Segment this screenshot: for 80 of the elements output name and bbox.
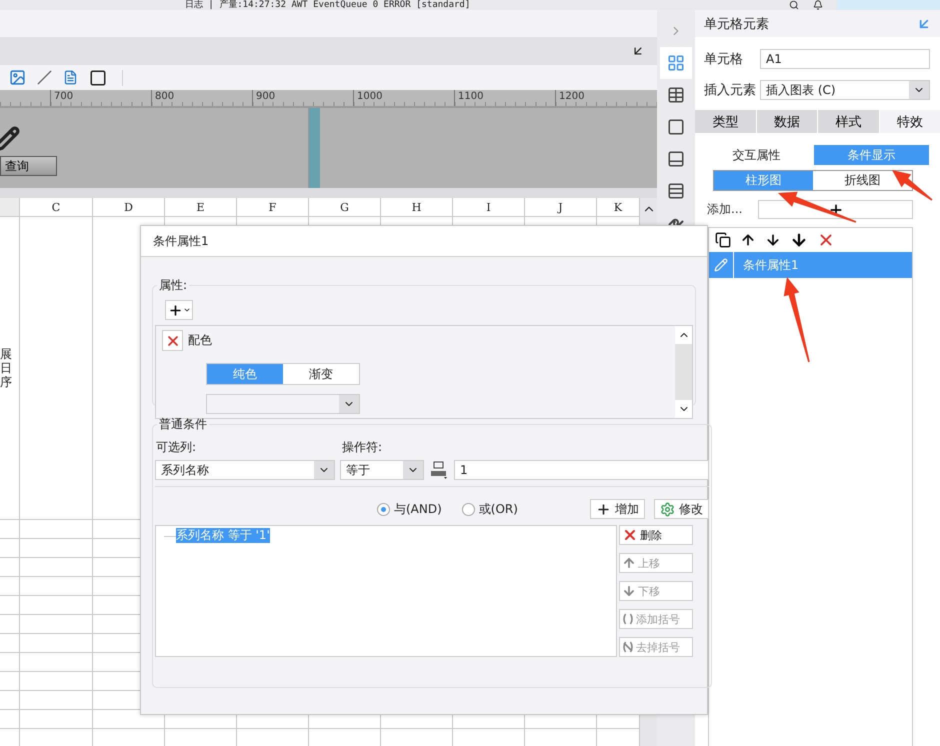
search-icon[interactable] xyxy=(789,0,799,10)
value-type-icon[interactable] xyxy=(429,461,449,479)
column-header: J xyxy=(525,198,597,216)
column-header: G xyxy=(309,198,381,216)
column-header: H xyxy=(381,198,453,216)
square-icon xyxy=(667,118,685,136)
border-icon[interactable] xyxy=(89,68,107,86)
pencil-icon xyxy=(0,126,20,152)
dialog-title: 条件属性1 xyxy=(153,232,209,250)
column-header: C xyxy=(20,198,93,216)
panel-title: 单元格元素 xyxy=(704,16,769,32)
move-bottom-icon xyxy=(790,231,808,249)
tab[interactable]: 样式 xyxy=(818,110,878,133)
scrollbar[interactable] xyxy=(675,326,692,418)
color-mode-tab[interactable]: 渐变 xyxy=(283,364,359,384)
cell-text: 展 日 序 xyxy=(0,347,13,389)
arrow-up-icon xyxy=(740,232,756,248)
field-label: 操作符: xyxy=(342,439,384,456)
plus-icon xyxy=(596,502,611,516)
caret-icon xyxy=(182,306,190,314)
table-icon xyxy=(667,86,685,104)
add-button[interactable]: 增加 xyxy=(590,499,645,519)
arrow-down-icon xyxy=(622,584,636,598)
radio-dot[interactable] xyxy=(462,502,475,516)
attribute-label: 配色 xyxy=(188,332,212,349)
radio-option[interactable]: 与(AND) xyxy=(377,500,442,518)
column-header: D xyxy=(93,198,165,216)
color-select[interactable] xyxy=(206,394,360,414)
ruler-label: 700 xyxy=(50,90,151,106)
insert-select[interactable]: 插入图表 (C) xyxy=(760,80,930,100)
field-label: 可选列: xyxy=(156,439,198,456)
add-label: 添加... xyxy=(707,201,744,218)
add-attribute-button[interactable] xyxy=(165,300,193,320)
document-icon[interactable] xyxy=(63,70,78,85)
tree-line xyxy=(164,536,176,537)
line-icon[interactable] xyxy=(37,70,52,85)
column-select[interactable]: 系列名称 xyxy=(155,460,335,480)
arrow-annotation xyxy=(892,170,932,201)
cell-input[interactable]: A1 xyxy=(760,49,930,69)
delete-icon xyxy=(622,527,638,543)
ruler-label: 1200 xyxy=(555,90,656,106)
arrow-down-icon xyxy=(765,232,781,248)
field-label: 插入元素 xyxy=(704,82,757,99)
query-button[interactable]: 查询 xyxy=(0,156,57,176)
list-tool-button[interactable] xyxy=(740,232,756,248)
rows-icon xyxy=(667,182,685,200)
operator-select[interactable]: 等于 xyxy=(340,460,424,480)
column-header: I xyxy=(453,198,525,216)
tab[interactable]: 类型 xyxy=(695,110,756,133)
copy-icon xyxy=(715,232,731,248)
ruler-label: 900 xyxy=(252,90,353,106)
image-icon[interactable] xyxy=(9,69,26,86)
list-tool-button[interactable] xyxy=(715,232,731,248)
dropdown-box-icon xyxy=(667,150,685,168)
side-button[interactable]: 删除 xyxy=(619,525,693,545)
ruler-label: 1100 xyxy=(454,90,555,106)
group-title: 普通条件 xyxy=(158,416,208,433)
radio-option[interactable]: 或(OR) xyxy=(462,500,518,518)
parentheses-icon xyxy=(622,613,634,625)
remove-button[interactable] xyxy=(162,330,183,351)
tab[interactable]: 特效 xyxy=(880,110,940,133)
radio-dot[interactable] xyxy=(377,502,390,516)
gear-icon xyxy=(660,502,675,516)
ruler-label: 800 xyxy=(151,90,252,106)
grid-icon xyxy=(667,54,685,72)
group-title: 属性: xyxy=(158,277,188,294)
column-header: F xyxy=(237,198,309,216)
value-input[interactable]: 1 xyxy=(454,460,709,480)
add-button[interactable] xyxy=(758,200,913,219)
list-tool-button[interactable] xyxy=(790,231,808,249)
bell-icon[interactable] xyxy=(813,0,823,10)
plus-icon xyxy=(168,302,182,318)
remove-parentheses-icon xyxy=(622,641,634,653)
pencil-icon xyxy=(714,258,728,272)
field-label: 单元格 xyxy=(704,51,744,68)
edit-button[interactable]: 修改 xyxy=(654,499,709,519)
list-tool-button[interactable] xyxy=(765,232,781,248)
tab[interactable]: 数据 xyxy=(756,110,817,133)
ruler-label: 1000 xyxy=(353,90,454,106)
column-header: E xyxy=(165,198,237,216)
